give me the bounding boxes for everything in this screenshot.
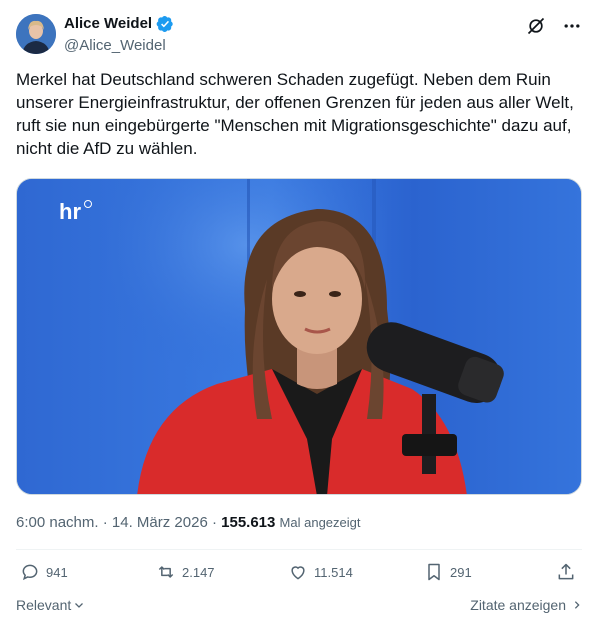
author-names: Alice Weidel @Alice_Weidel	[64, 14, 174, 56]
author-handle[interactable]: @Alice_Weidel	[64, 36, 174, 56]
chevron-down-icon	[75, 603, 84, 608]
author-display-name[interactable]: Alice Weidel	[64, 14, 152, 34]
sort-label: Relevant	[16, 597, 72, 613]
tweet-header: Alice Weidel @Alice_Weidel	[16, 12, 582, 60]
avatar-image	[16, 14, 56, 54]
views-label: Mal angezeigt	[279, 515, 361, 530]
grok-icon[interactable]	[526, 16, 546, 36]
views-count: 155.613	[221, 514, 276, 531]
repost-button[interactable]: 2.147	[156, 562, 215, 582]
show-quotes-link[interactable]: Zitate anzeigen	[470, 597, 582, 613]
divider	[16, 549, 582, 550]
repost-count: 2.147	[182, 564, 215, 580]
video-frame: hr	[17, 179, 581, 494]
sort-relevant-dropdown[interactable]: Relevant	[16, 597, 85, 613]
repost-icon	[158, 566, 174, 578]
tweet-meta: 6:00 nachm. · 14. März 2026 · 155.613 Ma…	[16, 513, 361, 533]
meta-separator: ·	[98, 514, 112, 531]
bookmark-icon	[428, 563, 440, 581]
replies-footer: Relevant Zitate anzeigen	[16, 597, 582, 619]
bookmark-count: 291	[450, 564, 472, 580]
bookmark-button[interactable]: 291	[424, 562, 472, 582]
quotes-label: Zitate anzeigen	[470, 597, 566, 613]
reply-count: 941	[46, 564, 68, 580]
like-count: 11.514	[314, 564, 353, 580]
avatar[interactable]	[16, 14, 56, 54]
reply-icon	[22, 564, 38, 581]
tweet-date[interactable]: 14. März 2026	[112, 514, 208, 531]
header-actions	[526, 16, 582, 36]
like-button[interactable]: 11.514	[288, 562, 353, 582]
reply-button[interactable]: 941	[20, 562, 68, 582]
meta-separator: ·	[207, 514, 222, 531]
more-options-icon[interactable]	[562, 16, 582, 36]
chevron-right-icon	[574, 601, 580, 609]
tweet-time[interactable]: 6:00 nachm.	[16, 514, 99, 531]
hr-watermark: hr	[59, 199, 81, 224]
tweet-actions: 941 2.147 11.514 291	[16, 562, 582, 590]
tweet-media-image[interactable]: hr	[16, 178, 582, 495]
heart-icon	[291, 566, 305, 580]
share-button[interactable]	[556, 562, 576, 582]
verified-badge-icon	[156, 15, 173, 33]
tweet-text: Merkel hat Deutschland schweren Schaden …	[16, 70, 574, 158]
share-icon	[558, 563, 574, 580]
